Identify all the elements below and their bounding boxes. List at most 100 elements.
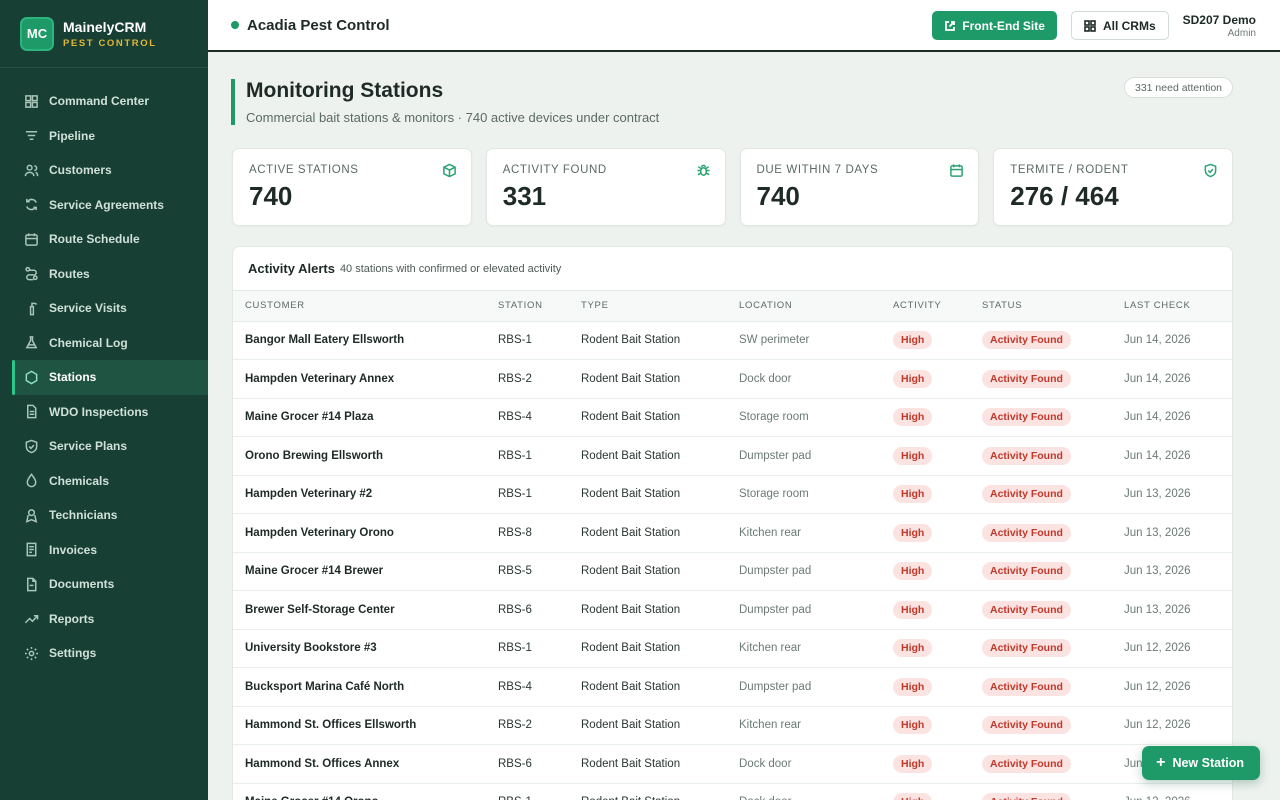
user-menu[interactable]: SD207 Demo Admin [1183,13,1256,39]
column-header-type[interactable]: TYPE [569,291,727,322]
location-cell: Kitchen rear [727,629,881,668]
location-cell: Dumpster pad [727,436,881,476]
status-badge: Activity Found [982,716,1071,735]
activity-cell: High [881,744,970,784]
brand[interactable]: MC MainelyCRM PEST CONTROL [0,0,208,68]
table-row[interactable]: Hampden Veterinary #2 RBS-1 Rodent Bait St… [233,475,1232,514]
table-row[interactable]: Hampden Veterinary Annex RBS-2 Rodent Bait… [233,359,1232,399]
status-badge: Activity Found [982,408,1071,427]
activity-badge: High [893,562,933,581]
table-row[interactable]: Bangor Mall Eatery Ellsworth RBS-1 Rodent … [233,321,1232,360]
page-subtitle: Commercial bait stations & monitors · 74… [246,110,660,125]
all-crms-label: All CRMs [1102,18,1156,33]
station-cell: RBS-8 [486,513,569,553]
org-name: Acadia Pest Control [247,16,390,34]
table-row[interactable]: Maine Grocer #14 Plaza RBS-4 Rodent Bait S… [233,398,1232,437]
sidebar-item-service-agreements[interactable]: Service Agreements [0,188,208,223]
stat-card-due-within-7-days: DUE WITHIN 7 DAYS 740 [739,148,980,226]
new-station-button[interactable]: + New Station [1142,746,1260,780]
customer-cell[interactable]: Hampden Veterinary #2 [233,475,486,514]
activity-badge: High [893,446,933,465]
activity-badge: High [893,369,933,388]
sidebar-item-settings[interactable]: Settings [0,636,208,671]
flask-icon [25,336,38,349]
last-check-cell: Jun 12, 2026 [1112,783,1232,800]
customer-cell[interactable]: Bucksport Marina Café North [233,667,486,707]
stat-card-activity-found: ACTIVITY FOUND 331 [485,148,726,226]
status-cell: Activity Found [970,513,1112,553]
activity-badge: High [893,639,933,658]
sidebar-item-documents[interactable]: Documents [0,567,208,602]
table-row[interactable]: Hampden Veterinary Orono RBS-8 Rodent Bait… [233,513,1232,553]
column-header-customer[interactable]: CUSTOMER [233,291,486,322]
bug-icon [696,164,710,176]
front-end-site-button[interactable]: Front-End Site [932,11,1057,40]
activity-alerts-card: Activity Alerts 40 stations with confirm… [232,246,1233,800]
stats-row: ACTIVE STATIONS 740 ACTIVITY FOUND 331 DUE W… [232,148,1233,226]
sidebar-item-service-visits[interactable]: Service Visits [0,291,208,326]
column-header-station[interactable]: STATION [486,291,569,322]
sidebar: MC MainelyCRM PEST CONTROL Command Cente… [0,0,208,800]
sidebar-item-invoices[interactable]: Invoices [0,533,208,568]
customer-cell[interactable]: Brewer Self-Storage Center [233,590,486,630]
last-check-cell: Jun 14, 2026 [1112,359,1232,399]
station-cell: RBS-6 [486,590,569,630]
location-cell: Kitchen rear [727,513,881,553]
table-row[interactable]: Bucksport Marina Café North RBS-4 Rodent B… [233,667,1232,707]
activity-cell: High [881,513,970,553]
customer-cell[interactable]: Hammond St. Offices Annex [233,744,486,784]
customer-cell[interactable]: Hammond St. Offices Ellsworth [233,706,486,745]
sidebar-item-chemicals[interactable]: Chemicals [0,464,208,499]
table-row[interactable]: Maine Grocer #14 Brewer RBS-5 Rodent Bait … [233,552,1232,591]
sidebar-item-stations[interactable]: Stations [12,360,208,395]
customer-cell[interactable]: Bangor Mall Eatery Ellsworth [233,321,486,360]
invoice-icon [26,542,37,557]
table-row[interactable]: Maine Grocer #14 OronoRBS-1Rodent Bait S… [233,783,1232,800]
sidebar-item-chemical-log[interactable]: Chemical Log [0,326,208,361]
location-cell: SW perimeter [727,321,881,360]
status-badge: Activity Found [982,793,1071,800]
table-row[interactable]: Hammond St. Offices Annex RBS-6 Rodent Bai… [233,744,1232,784]
sidebar-nav: Command Center Pipeline Customers Service A… [0,84,208,671]
column-header-last-check[interactable]: LAST CHECK [1112,291,1232,322]
status-cell: Activity Found [970,629,1112,668]
sidebar-item-command-center[interactable]: Command Center [0,84,208,119]
attention-badge: 331 need attention [1124,77,1233,98]
column-header-activity[interactable]: ACTIVITY [881,291,970,322]
customer-cell[interactable]: Maine Grocer #14 Orono [233,783,486,800]
table-row[interactable]: Hammond St. Offices Ellsworth RBS-2 Rodent… [233,706,1232,745]
sidebar-item-technicians[interactable]: Technicians [0,498,208,533]
customer-cell[interactable]: Hampden Veterinary Annex [233,359,486,399]
page-title: Monitoring Stations [246,79,444,102]
sidebar-item-wdo-inspections[interactable]: WDO Inspections [0,395,208,430]
station-cell: RBS-1 [486,783,569,800]
table-row[interactable]: Brewer Self-Storage Center RBS-6 Rodent Ba… [233,590,1232,630]
column-header-status[interactable]: STATUS [970,291,1112,322]
sidebar-item-label: Route Schedule [49,232,140,247]
brand-logo: MC [20,16,54,51]
customer-cell[interactable]: Maine Grocer #14 Plaza [233,398,486,437]
sidebar-item-routes[interactable]: Routes [0,257,208,292]
column-header-location[interactable]: LOCATION [727,291,881,322]
sidebar-item-route-schedule[interactable]: Route Schedule [0,222,208,257]
table-row[interactable]: Orono Brewing Ellsworth RBS-1 Rodent Bait … [233,436,1232,476]
sidebar-item-service-plans[interactable]: Service Plans [0,429,208,464]
alerts-subtitle: 40 stations with confirmed or elevated a… [339,263,562,275]
sidebar-item-reports[interactable]: Reports [0,602,208,637]
type-cell: Rodent Bait Station [569,321,727,360]
stat-value: 740 [249,181,293,211]
all-crms-button[interactable]: All CRMs [1070,11,1169,40]
calendar-icon [950,164,964,177]
customer-cell[interactable]: Hampden Veterinary Orono [233,513,486,553]
sidebar-item-customers[interactable]: Customers [0,153,208,188]
customer-cell[interactable]: Maine Grocer #14 Brewer [233,552,486,591]
table-row[interactable]: University Bookstore #3 RBS-1 Rodent Bait … [233,629,1232,668]
customer-cell[interactable]: University Bookstore #3 [233,629,486,668]
customer-cell[interactable]: Orono Brewing Ellsworth [233,436,486,476]
stat-card-active-stations: ACTIVE STATIONS 740 [232,148,472,226]
station-cell: RBS-1 [486,629,569,668]
sidebar-item-pipeline[interactable]: Pipeline [0,119,208,154]
last-check-cell: Jun 13, 2026 [1112,475,1232,514]
main-content: Monitoring Stations Commercial bait stat… [208,54,1280,800]
box-icon [442,163,456,178]
